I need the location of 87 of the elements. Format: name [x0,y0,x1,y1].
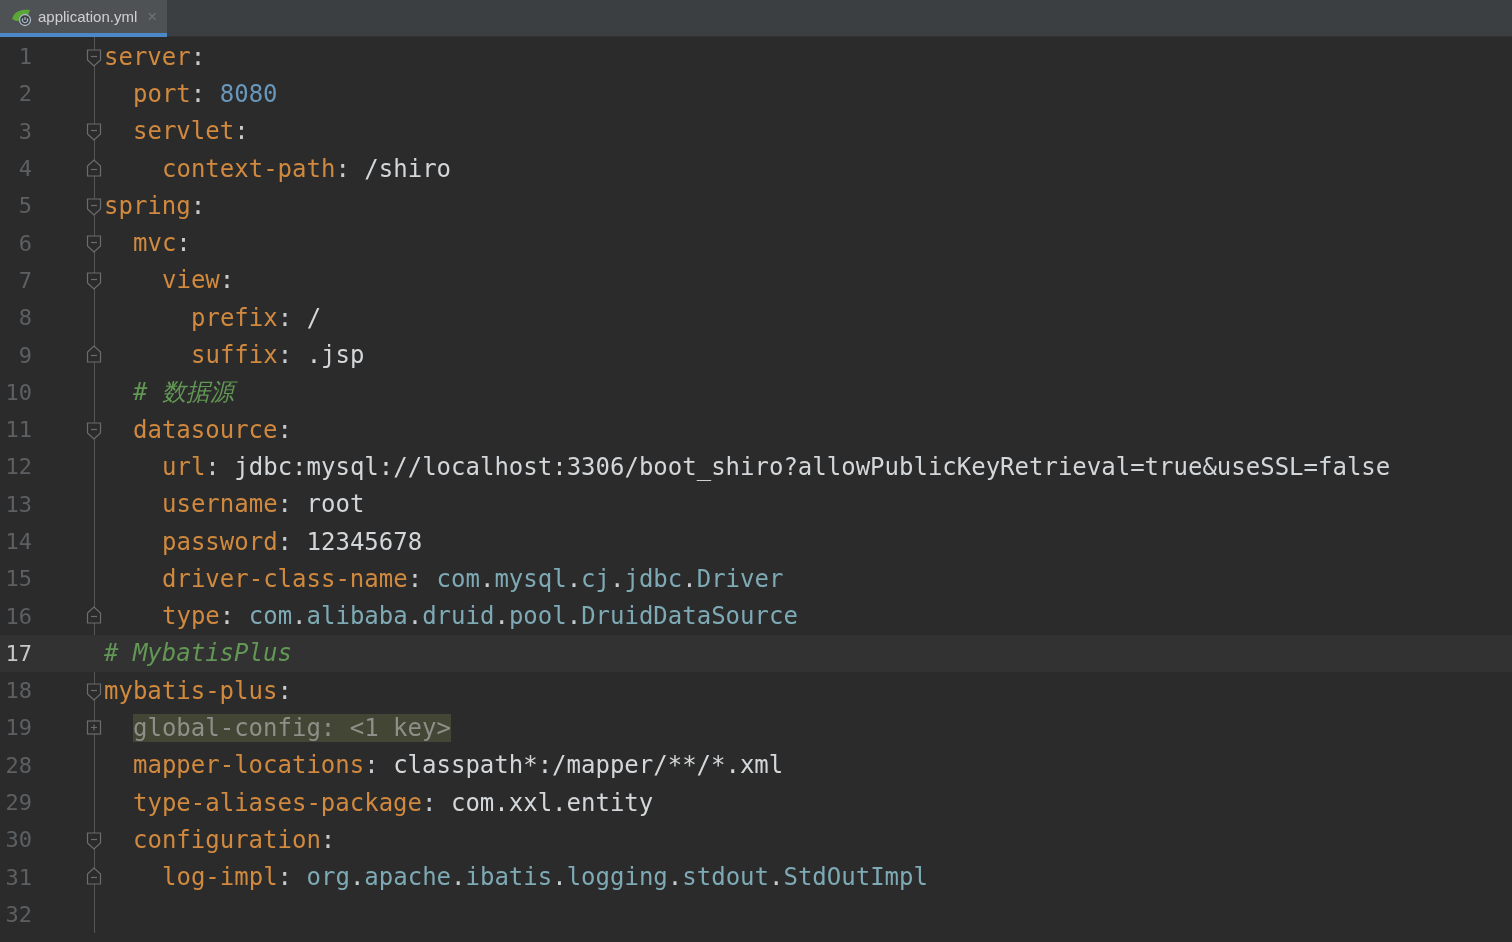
line-number: 6 [17,230,32,256]
yaml-key: prefix [191,303,278,332]
colon: : [277,863,293,892]
colon: : [219,266,235,295]
line-number: 14 [4,529,32,554]
line-number: 2 [17,81,32,107]
yaml-key: url [162,452,206,481]
fold-start-icon[interactable] [86,232,102,255]
line-number: 7 [17,267,32,293]
line-number: 32 [4,901,32,927]
line-number: 11 [4,417,32,443]
yaml-value: classpath*:/mapper/**/*.xml [393,751,784,780]
colon: : [205,452,220,481]
colon: : [364,751,379,780]
colon: : [320,825,336,854]
yaml-key: servlet [133,117,235,146]
tab-label: application.yml [38,8,138,25]
fold-start-icon[interactable] [86,120,102,143]
colon: : [219,602,235,631]
yaml-value: 8080 [219,79,278,108]
yaml-key: driver-class-name [162,564,408,593]
yaml-key: spring [104,191,191,220]
code-editor[interactable] [0,37,1512,934]
yaml-key: username [162,490,278,519]
colon: : [277,527,293,556]
line-number: 30 [4,827,32,853]
code-comment: # MybatisPlus [104,639,292,668]
line-number: 15 [4,566,32,592]
yaml-value: org.apache.ibatis.logging.stdout.StdOutImpl [306,863,928,892]
yaml-value: jdbc:mysql://localhost:3306/boot_shiro?allowPublicKeyRetrieval=true&useSSL=false [234,452,1391,481]
colon: : [190,79,206,108]
yaml-value: com.mysql.cj.jdbc.Driver [436,564,784,593]
colon: : [277,341,293,369]
fold-end-icon[interactable] [86,157,102,180]
line-number: 28 [4,752,32,778]
yaml-key: password [162,527,278,556]
line-number: 9 [17,342,32,368]
folded-region[interactable]: global-config: <1 key> [133,714,451,742]
colon: : [190,42,206,71]
line-number: 3 [17,118,32,144]
yaml-value: /shiro [364,154,452,183]
line-number: 18 [4,678,32,704]
yaml-key: server [104,42,191,71]
close-icon[interactable]: × [147,6,158,27]
colon: : [277,490,293,519]
yaml-key: context-path [162,154,336,183]
colon: : [234,117,249,146]
yaml-key: type [162,602,220,631]
yaml-value: / [306,303,322,332]
colon: : [335,154,350,183]
yaml-key: type-aliases-package [133,788,422,817]
line-number: 31 [4,864,32,890]
yaml-key: suffix [191,341,278,369]
yaml-key: view [162,266,220,295]
line-number: 10 [4,379,32,405]
colon: : [277,676,292,705]
colon: : [422,788,437,817]
yaml-key: mybatis-plus [104,676,278,705]
yaml-value: .jsp [306,341,365,369]
yaml-value: 12345678 [306,527,423,556]
fold-start-icon[interactable] [86,269,102,292]
colon: : [176,229,191,258]
yaml-key: datasource [133,415,278,444]
yaml-key: mvc [133,229,177,258]
line-number: 19 [4,715,32,741]
colon: : [190,191,206,220]
line-number: 1 [17,44,32,70]
yaml-value: com.xxl.entity [450,788,654,817]
line-number: 13 [4,491,32,517]
fold-end-icon[interactable] [86,344,102,366]
colon: : [277,303,293,332]
line-number: 4 [17,156,32,182]
yaml-value: root [306,490,365,519]
yaml-value: com.alibaba.druid.pool.DruidDataSource [248,602,798,631]
line-number: 8 [17,305,32,331]
yaml-key: mapper-locations [133,751,365,780]
yaml-key: log-impl [162,863,278,892]
yaml-key: configuration [133,825,321,854]
line-number: 17 [4,640,32,666]
colon: : [407,564,423,593]
yaml-key: port [133,79,191,108]
line-number: 29 [4,790,32,816]
colon: : [277,415,292,444]
line-number: 16 [4,603,32,629]
line-number: 12 [4,454,32,480]
file-tab[interactable]: application.yml × [0,0,168,37]
line-number: 5 [17,193,32,219]
